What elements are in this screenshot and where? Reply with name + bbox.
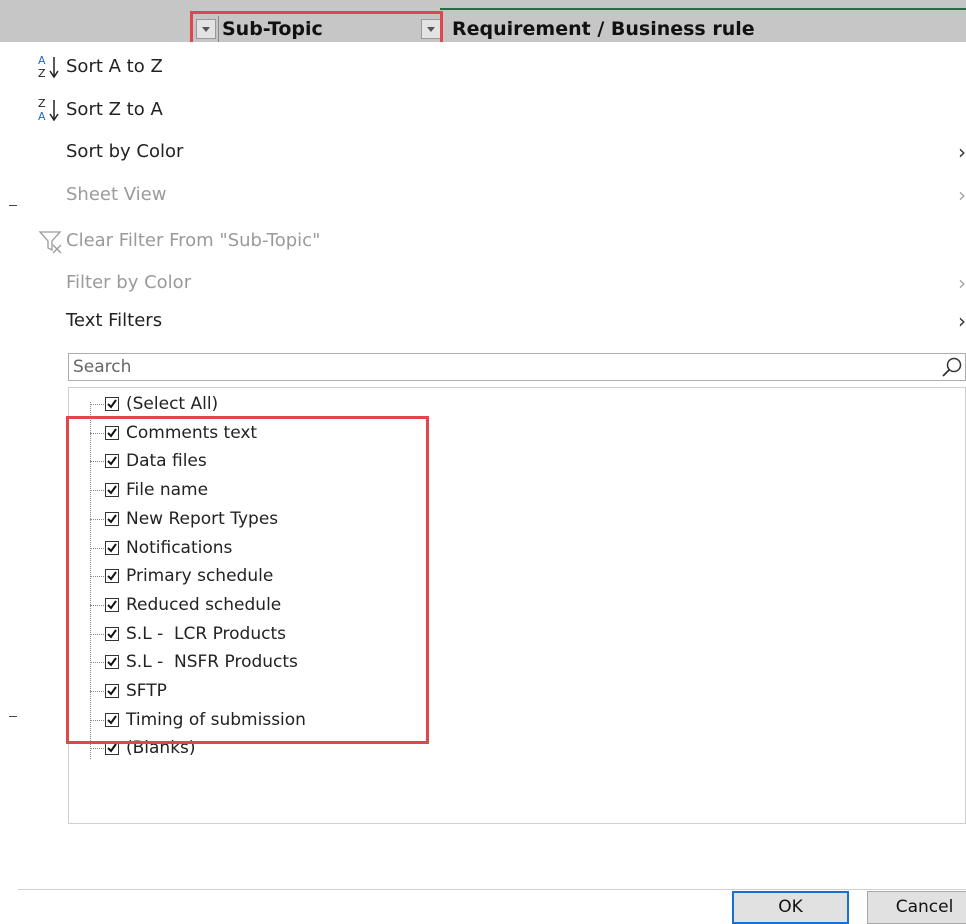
tree-connector xyxy=(90,748,104,750)
menu-item-label: Sort Z to A xyxy=(66,99,163,120)
cell-border-tick xyxy=(9,205,17,206)
menu-item-clear-filter[interactable]: Clear Filter From "Sub-Topic" xyxy=(18,224,966,258)
menu-item-label: Filter by Color xyxy=(66,272,192,293)
chevron-right-icon: › xyxy=(958,140,966,164)
ok-button[interactable]: OK xyxy=(732,891,849,924)
checkmark-icon xyxy=(107,399,117,409)
svg-text:Z: Z xyxy=(38,67,46,80)
sort-descending-icon: Z A xyxy=(38,97,59,123)
filter-list-item[interactable]: (Select All) xyxy=(69,390,429,418)
chevron-right-icon: › xyxy=(958,183,966,207)
sort-ascending-icon: A Z xyxy=(38,54,59,80)
menu-item-sort-z-to-a[interactable]: Z A Sort Z to A xyxy=(18,93,966,127)
menu-item-sort-by-color[interactable]: Sort by Color › xyxy=(18,135,966,169)
search-box xyxy=(68,353,966,381)
menu-item-sheet-view[interactable]: Sheet View › xyxy=(18,178,966,212)
chevron-right-icon: › xyxy=(958,309,966,333)
tree-connector xyxy=(90,404,104,405)
cell-border-tick xyxy=(9,716,17,717)
menu-item-label: Clear Filter From "Sub-Topic" xyxy=(66,230,321,251)
checkbox[interactable] xyxy=(105,397,119,411)
svg-text:Z: Z xyxy=(38,97,46,110)
chevron-right-icon: › xyxy=(958,271,966,295)
cancel-button[interactable]: Cancel xyxy=(867,891,966,924)
menu-item-label: Text Filters xyxy=(66,310,163,331)
menu-item-label: Sort by Color xyxy=(66,141,184,162)
menu-item-text-filters[interactable]: Text Filters › xyxy=(18,304,966,338)
checkmark-icon xyxy=(107,743,117,753)
menu-item-label: Sort A to Z xyxy=(66,56,163,77)
panel-border xyxy=(18,889,966,890)
search-icon xyxy=(942,357,962,377)
column-header-row: Sub-Topic Requirement / Business rule xyxy=(0,0,966,42)
highlight-box xyxy=(66,416,429,744)
column-header-requirement[interactable]: Requirement / Business rule xyxy=(452,18,755,40)
search-input[interactable] xyxy=(69,354,937,380)
filter-item-label: (Select All) xyxy=(126,394,219,414)
clear-filter-icon xyxy=(38,231,62,254)
menu-item-label: Sheet View xyxy=(66,184,167,205)
menu-item-sort-a-to-z[interactable]: A Z Sort A to Z xyxy=(18,50,966,84)
menu-item-filter-by-color[interactable]: Filter by Color › xyxy=(18,266,966,300)
svg-text:A: A xyxy=(38,110,46,123)
selection-indicator xyxy=(440,8,966,10)
svg-text:A: A xyxy=(38,54,46,67)
